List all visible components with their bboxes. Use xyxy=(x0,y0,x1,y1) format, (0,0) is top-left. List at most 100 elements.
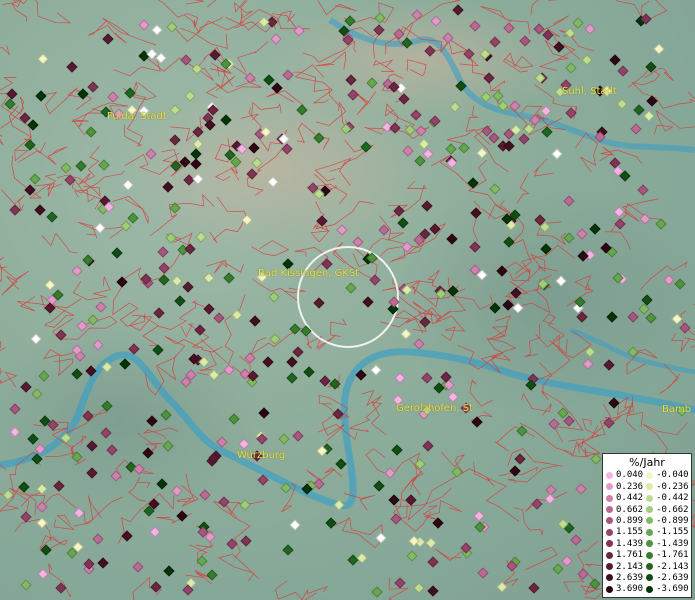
legend-swatch xyxy=(646,483,654,491)
boundary-line xyxy=(422,499,462,521)
boundary-line xyxy=(74,189,96,203)
legend-entry: 0.442 xyxy=(606,492,643,503)
legend-swatch xyxy=(646,574,654,582)
boundary-line xyxy=(44,173,63,190)
legend-entry: -0.040 xyxy=(646,470,689,481)
boundary-line xyxy=(18,146,68,165)
legend-value: -1.439 xyxy=(656,538,689,549)
legend-swatch xyxy=(646,551,654,559)
boundary-line xyxy=(533,158,555,177)
legend-value: -0.899 xyxy=(656,515,689,526)
legend-entry: 0.662 xyxy=(606,504,643,515)
legend-swatch xyxy=(606,483,613,491)
boundary-line xyxy=(206,259,244,274)
boundary-line xyxy=(197,17,245,34)
legend-swatch xyxy=(646,585,654,593)
boundary-line xyxy=(394,487,453,532)
boundary-line xyxy=(53,514,75,530)
boundary-line xyxy=(0,257,7,283)
legend-swatch xyxy=(646,563,654,571)
legend-positive-column: 0.040 0.236 0.442 0.662 0.899 1.155 1.439 1.761… xyxy=(606,470,643,595)
legend-swatch xyxy=(606,585,613,593)
legend-value: 3.690 xyxy=(616,584,644,595)
city-label-gerolzhofen: Gerolzhofen, St xyxy=(396,403,474,414)
map-legend: %/Jahr 0.040 0.236 0.442 0.662 0.899 1.155 1.4… xyxy=(602,452,692,598)
legend-entry: -1.761 xyxy=(646,549,689,560)
city-label-wuerzburg: Würzburg xyxy=(237,450,286,461)
legend-entry: -2.143 xyxy=(646,561,689,572)
boundary-line xyxy=(330,517,384,549)
legend-entry: -1.155 xyxy=(646,527,689,538)
legend-value: 2.143 xyxy=(616,561,644,572)
legend-swatch xyxy=(606,574,613,582)
legend-swatch xyxy=(606,551,613,559)
legend-value: -2.639 xyxy=(656,572,689,583)
legend-swatch xyxy=(606,471,613,479)
legend-entry: -1.439 xyxy=(646,538,689,549)
boundary-line xyxy=(237,40,269,72)
boundary-line xyxy=(41,232,78,254)
legend-entry: 2.639 xyxy=(606,572,643,583)
legend-entry: -2.639 xyxy=(646,572,689,583)
legend-swatch xyxy=(606,528,613,536)
legend-value: 1.155 xyxy=(616,527,644,538)
legend-value: -0.442 xyxy=(656,493,689,504)
boundary-line xyxy=(0,45,10,56)
legend-value: -1.761 xyxy=(656,550,689,561)
legend-entry: -0.236 xyxy=(646,481,689,492)
legend-title: %/Jahr xyxy=(629,455,665,469)
legend-swatch xyxy=(646,528,654,536)
legend-value: 1.439 xyxy=(616,538,644,549)
legend-value: -3.690 xyxy=(656,584,689,595)
legend-value: 0.040 xyxy=(616,470,644,481)
boundary-line xyxy=(301,585,329,600)
legend-entry: 0.040 xyxy=(606,470,643,481)
legend-value: 0.662 xyxy=(616,504,644,515)
city-label-fulda: Fulda, Stadt xyxy=(107,111,167,122)
boundary-line xyxy=(113,55,161,77)
boundary-line xyxy=(0,340,6,352)
boundary-line xyxy=(71,170,125,210)
boundary-line xyxy=(348,401,387,436)
legend-entry: -0.662 xyxy=(646,504,689,515)
legend-swatch xyxy=(606,540,613,548)
boundary-line xyxy=(361,389,382,407)
boundary-line xyxy=(410,470,422,496)
legend-negative-column: -0.040 -0.236 -0.442 -0.662 -0.899 -1.155 -1.4… xyxy=(646,470,689,595)
legend-swatch xyxy=(646,540,654,548)
legend-value: -1.155 xyxy=(656,527,689,538)
legend-entry: -3.690 xyxy=(646,584,689,595)
legend-swatch xyxy=(606,506,613,514)
legend-entry: 1.155 xyxy=(606,527,643,538)
legend-value: 0.236 xyxy=(616,481,644,492)
legend-swatch xyxy=(646,471,654,479)
map-canvas[interactable]: Fulda, Stadt Suhl, Stadt Bad Kissingen, … xyxy=(0,0,695,600)
boundary-line xyxy=(306,332,337,350)
boundary-line xyxy=(218,553,260,582)
legend-value: -0.236 xyxy=(656,481,689,492)
boundary-line xyxy=(330,318,347,337)
boundary-line xyxy=(174,14,199,43)
selection-circle[interactable] xyxy=(297,246,399,348)
legend-swatch xyxy=(606,563,613,571)
legend-entry: 2.143 xyxy=(606,561,643,572)
boundary-line xyxy=(185,0,204,5)
legend-entry: 1.761 xyxy=(606,549,643,560)
boundary-line xyxy=(0,266,30,296)
boundary-line xyxy=(631,81,695,109)
legend-swatch xyxy=(606,494,613,502)
city-label-suhl: Suhl, Stadt xyxy=(562,86,617,97)
legend-value: -2.143 xyxy=(656,561,689,572)
boundary-line xyxy=(653,109,695,135)
city-label-bad-kissingen: Bad Kissingen, GKSt xyxy=(258,268,360,279)
legend-value: 0.899 xyxy=(616,515,644,526)
legend-value: 1.761 xyxy=(616,550,644,561)
legend-value: 2.639 xyxy=(616,572,644,583)
boundary-line xyxy=(274,580,317,600)
legend-swatch xyxy=(646,494,654,502)
legend-value: 0.442 xyxy=(616,493,644,504)
boundary-line xyxy=(494,426,536,452)
legend-swatch xyxy=(606,517,613,525)
boundary-line xyxy=(524,546,558,571)
legend-entry: -0.442 xyxy=(646,492,689,503)
